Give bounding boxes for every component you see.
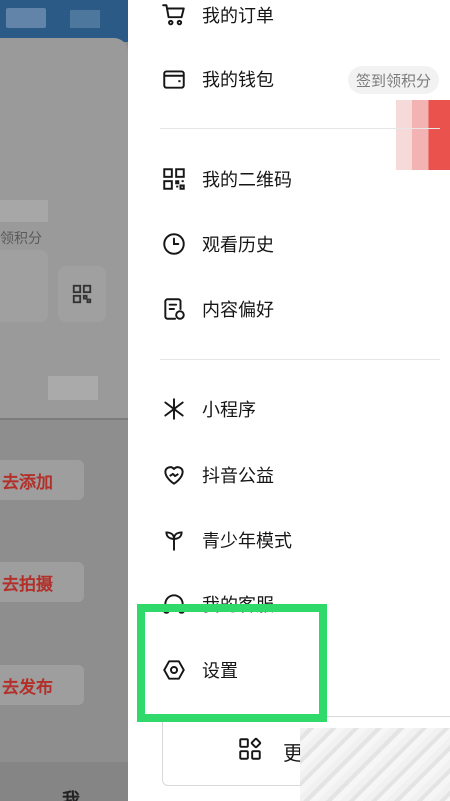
background-qr-button [58,266,106,322]
menu-item-mini-program[interactable]: 小程序 [160,389,390,429]
menu-item-qrcode[interactable]: 我的二维码 [160,159,390,199]
heart-charity-icon [160,461,188,489]
settings-highlight-box [137,604,327,722]
menu-item-label: 我的二维码 [202,170,292,191]
menu-item-label: 我的钱包 [202,70,274,91]
background-action-add: 去添加 [0,460,84,500]
grid-icon [237,736,263,766]
background-page: 领积分 去添加 去拍摄 去发布 我 [0,0,128,801]
sign-in-points-badge[interactable]: 签到领积分 [348,66,440,94]
wallet-icon [160,65,188,93]
points-text: 领积分 [0,231,42,247]
menu-item-label: 青少年模式 [202,531,292,552]
background-action-publish: 去发布 [0,665,84,705]
qrcode-icon [160,165,188,193]
mini-program-icon [160,395,188,423]
menu-item-orders[interactable]: 我的订单 [160,0,390,35]
menu-divider [160,128,440,129]
menu-item-history[interactable]: 观看历史 [160,224,390,264]
menu-item-label: 小程序 [202,400,256,421]
qrcode-icon [72,284,92,304]
background-action-shoot: 去拍摄 [0,562,84,602]
pixelated-element [396,100,450,170]
blurred-avatar-area [0,200,48,222]
menu-item-label: 内容偏好 [202,300,274,321]
background-divider [0,418,128,420]
background-search-box [0,250,48,322]
sprout-icon [160,526,188,554]
menu-item-content-preference[interactable]: 内容偏好 [160,289,390,329]
menu-item-charity[interactable]: 抖音公益 [160,455,390,495]
bottom-tab-me: 我 [62,790,80,801]
blurred-element [48,376,98,400]
blurred-header-element [6,8,46,28]
blurred-header-element [70,10,100,28]
watermark [300,728,450,801]
menu-item-teen-mode[interactable]: 青少年模式 [160,520,390,560]
cart-icon [160,1,188,29]
menu-item-label: 抖音公益 [202,466,274,487]
menu-item-label: 我的订单 [202,6,274,27]
menu-item-label: 观看历史 [202,235,274,256]
clock-icon [160,230,188,258]
preference-icon [160,295,188,323]
menu-divider [160,359,440,360]
